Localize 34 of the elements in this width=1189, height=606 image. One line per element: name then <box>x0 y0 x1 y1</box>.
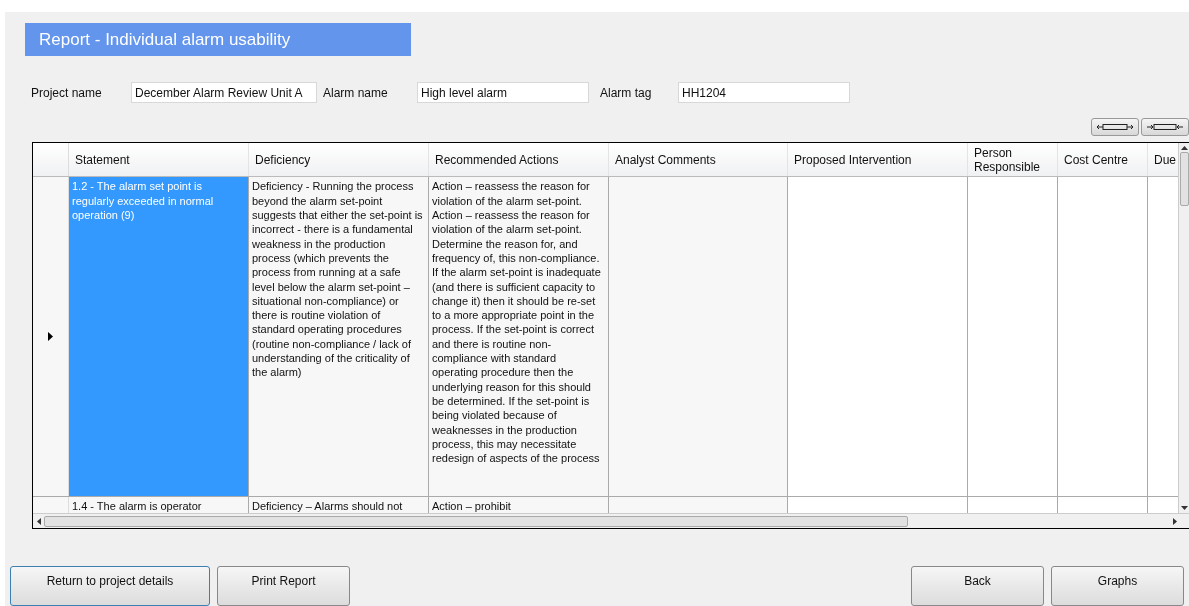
autosize-columns-button[interactable] <box>1091 118 1139 137</box>
scroll-right-icon[interactable] <box>1173 517 1178 525</box>
table-cell[interactable]: 1.4 - The alarm is operator <box>69 497 249 513</box>
text-field[interactable]: High level alarm <box>417 82 589 104</box>
scroll-left-icon[interactable] <box>36 517 41 525</box>
field-label: Alarm tag <box>600 84 653 102</box>
widen-columns-icon <box>1096 122 1134 133</box>
column-header[interactable]: Cost Centre <box>1058 143 1148 177</box>
vertical-scrollbar[interactable] <box>1178 143 1189 513</box>
column-header[interactable]: Deficiency <box>249 143 429 177</box>
horizontal-scrollbar[interactable] <box>33 513 1189 528</box>
scroll-down-icon[interactable] <box>1180 506 1188 511</box>
column-header[interactable]: Analyst Comments <box>609 143 788 177</box>
column-header[interactable]: Statement <box>69 143 249 177</box>
scroll-thumb[interactable] <box>44 515 908 527</box>
scroll-thumb[interactable] <box>1179 152 1189 207</box>
footer-button[interactable]: Print Report <box>217 566 350 606</box>
text-field[interactable]: December Alarm Review Unit A <box>131 82 317 104</box>
table-cell[interactable]: Deficiency - Running the process beyond the alarm set-point suggests that either the set-point is incorrect - there is a fundamental weakness in the production process (which prevents the process from running at a safe level below the alarm set-point – situational non-compliance) or there is routine violation of standard operating procedures (routine non-compliance / lack of understanding of the criticality of the alarm) <box>249 177 429 497</box>
text-field[interactable]: HH1204 <box>678 82 850 104</box>
footer-button[interactable]: Graphs <box>1051 566 1184 606</box>
table-cell[interactable]: Deficiency – Alarms should not <box>249 497 429 513</box>
narrow-columns-icon <box>1146 122 1184 133</box>
report-title: Report - Individual alarm usability <box>25 23 411 56</box>
column-header[interactable]: Proposed Intervention <box>788 143 968 177</box>
column-header[interactable]: Person Responsible <box>968 143 1058 177</box>
field-label: Project name <box>31 84 103 102</box>
table-cell[interactable]: Action – prohibit <box>429 497 609 513</box>
field-label: Alarm name <box>323 84 389 102</box>
shrink-columns-button[interactable] <box>1141 118 1189 137</box>
table-cell[interactable]: Action – reassess the reason for violation of the alarm set-point. Action – reassess the reason for violation of the alarm set-point. Determine the reason for, and frequency of, this non-compliance. If the alarm set-point is inadequate (and there is sufficient capacity to change it) then it should be re-set to a more appropriate point in the process. If the set-point is correct and there is routine non-compliance with standard operating procedure then the underlying reason for this should be determined. If the set-point is being violated because of weaknesses in the production process, this may necessitate redesign of aspects of the process <box>429 177 609 497</box>
column-header[interactable]: Recommended Actions <box>429 143 609 177</box>
footer-button[interactable]: Return to project details <box>10 566 210 606</box>
footer-button[interactable]: Back <box>911 566 1044 606</box>
